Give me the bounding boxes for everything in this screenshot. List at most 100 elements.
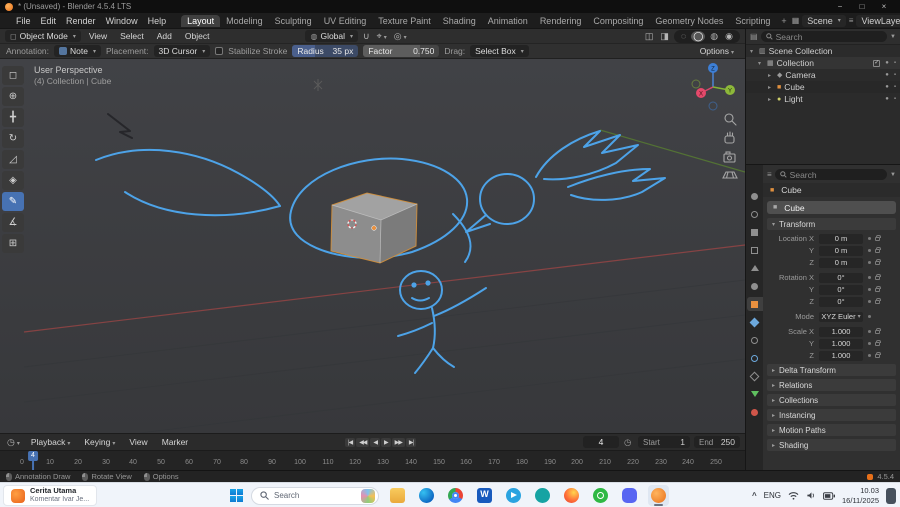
playback-menu[interactable]: Playback (26, 436, 76, 448)
workspace-tab-shading[interactable]: Shading (437, 15, 482, 27)
disclosure-icon[interactable]: ▸ (768, 84, 776, 91)
prev-keyframe-button[interactable]: ◀◀ (356, 437, 370, 447)
render-camera-icon[interactable]: ▪ (894, 72, 896, 78)
marker-menu[interactable]: Marker (157, 436, 193, 448)
snapping-options-icon[interactable]: ⌖ (375, 31, 389, 42)
jump-to-end-button[interactable]: ▶| (405, 437, 417, 447)
breadcrumb-label[interactable]: Cube (781, 185, 801, 195)
properties-search-input[interactable]: Search (774, 169, 888, 180)
add-cube-tool[interactable]: ⊞ (2, 234, 24, 253)
shading-solid-icon[interactable]: ◯ (691, 30, 706, 42)
measure-tool[interactable]: ∡ (2, 213, 24, 232)
camera-view-icon[interactable] (723, 151, 736, 163)
menu-edit[interactable]: Edit (36, 15, 62, 27)
show-overlays-icon[interactable]: ◨ (658, 31, 671, 42)
taskbar-app-chrome[interactable] (445, 485, 466, 506)
tab-tool[interactable] (747, 189, 763, 203)
animate-dot[interactable] (868, 300, 871, 303)
notification-counter[interactable] (886, 487, 896, 504)
taskbar-app-edge[interactable] (416, 485, 437, 506)
show-gizmo-icon[interactable]: ◫ (643, 31, 656, 42)
disclosure-icon[interactable]: ▸ (768, 96, 776, 103)
taskbar-app-telegram[interactable] (503, 485, 524, 506)
options-dropdown[interactable]: Options (695, 45, 739, 57)
animate-dot[interactable] (868, 354, 871, 357)
scale-x-field[interactable]: 1.000 (819, 326, 863, 337)
drag-selector[interactable]: Select Box (470, 45, 529, 57)
outliner-row-scene-collection[interactable]: ▾ ▥ Scene Collection (746, 45, 900, 57)
shading-material-icon[interactable]: ◍ (708, 31, 720, 42)
lock-icon[interactable] (875, 273, 881, 280)
perspective-toggle-icon[interactable] (722, 171, 738, 179)
battery-icon[interactable] (823, 491, 836, 500)
wifi-icon[interactable] (788, 491, 799, 500)
scene-selector[interactable]: Scene (802, 14, 846, 27)
animate-dot[interactable] (868, 249, 871, 252)
rotation-y-field[interactable]: 0° (819, 284, 863, 295)
rotate-tool[interactable]: ↻ (2, 129, 24, 148)
animate-dot[interactable] (868, 330, 871, 333)
menu-view[interactable]: View (84, 30, 112, 42)
start-button[interactable] (230, 489, 243, 502)
taskbar-app-blender[interactable] (648, 485, 669, 506)
scale-tool[interactable]: ◿ (2, 150, 24, 169)
proportional-falloff-icon[interactable]: ◎ (392, 31, 409, 42)
tab-view-layer[interactable] (747, 243, 763, 257)
taskbar-app-file-explorer[interactable] (387, 485, 408, 506)
snap-magnet-icon[interactable]: ∪ (361, 31, 372, 42)
disclosure-icon[interactable]: ▾ (758, 60, 766, 67)
delta-transform-panel[interactable]: Delta Transform (767, 364, 896, 376)
animate-dot[interactable] (868, 261, 871, 264)
3d-viewport[interactable]: Z X Y ◻ ⊕ ╋ ↻ ◿ ◈ ✎ ∡ ⊞ User Perspective… (0, 59, 745, 433)
taskbar-search-input[interactable]: Search (251, 486, 379, 505)
workspace-tab-uv-editing[interactable]: UV Editing (318, 15, 373, 27)
tab-constraints[interactable] (747, 369, 763, 383)
menu-select[interactable]: Select (115, 30, 149, 42)
tab-render[interactable] (747, 207, 763, 221)
editor-type-icon[interactable]: ◷ (5, 437, 22, 448)
taskbar-app-firefox[interactable] (561, 485, 582, 506)
tab-physics[interactable] (747, 351, 763, 365)
collection-checkbox[interactable] (873, 59, 881, 67)
eye-icon[interactable]: ● (885, 60, 889, 66)
close-button[interactable]: × (873, 2, 895, 11)
select-box-tool[interactable]: ◻ (2, 66, 24, 85)
workspace-tab-scripting[interactable]: Scripting (729, 15, 776, 27)
tab-particles[interactable] (747, 333, 763, 347)
tab-scene[interactable] (747, 261, 763, 275)
transform-orientation-selector[interactable]: ◍ Global (305, 30, 359, 42)
language-indicator[interactable]: ENG (764, 491, 781, 500)
collections-panel[interactable]: Collections (767, 394, 896, 406)
camera-object-label[interactable]: Camera (785, 70, 815, 80)
workspace-tab-modeling[interactable]: Modeling (220, 15, 269, 27)
menu-file[interactable]: File (11, 15, 36, 27)
location-y-field[interactable]: 0 m (819, 245, 863, 256)
collection-label[interactable]: Collection (777, 58, 814, 68)
shading-panel[interactable]: Shading (767, 439, 896, 451)
notification-toast[interactable]: Cerita Utama Komentar Ivar Je... (3, 485, 98, 506)
menu-object[interactable]: Object (180, 30, 215, 42)
animate-dot[interactable] (868, 288, 871, 291)
relations-panel[interactable]: Relations (767, 379, 896, 391)
shading-rendered-icon[interactable]: ◉ (723, 31, 735, 42)
zoom-icon[interactable] (724, 113, 737, 126)
lock-icon[interactable] (875, 285, 881, 292)
next-keyframe-button[interactable]: ▶▶ (391, 437, 405, 447)
timeline-view-menu[interactable]: View (124, 436, 152, 448)
shading-wireframe-icon[interactable]: ◌ (679, 31, 688, 41)
filter-icon[interactable]: ▼ (890, 172, 896, 178)
outliner-search-input[interactable]: Search (760, 31, 888, 42)
taskbar-app-discord[interactable] (619, 485, 640, 506)
factor-slider[interactable]: Factor 0.750 (363, 45, 440, 57)
properties-editor-icon[interactable]: ≡ (767, 170, 772, 179)
frame-start-field[interactable]: Start 1 (638, 436, 690, 448)
disclosure-icon[interactable]: ▸ (768, 72, 776, 79)
annotation-layer-selector[interactable]: Note (54, 45, 101, 57)
filter-icon[interactable]: ▼ (890, 34, 896, 40)
keying-menu[interactable]: Keying (79, 436, 120, 448)
annotate-tool[interactable]: ✎ (2, 192, 24, 211)
use-preview-range-icon[interactable]: ◷ (624, 437, 631, 448)
move-tool[interactable]: ╋ (2, 108, 24, 127)
lock-icon[interactable] (875, 234, 881, 241)
location-z-field[interactable]: 0 m (819, 257, 863, 268)
